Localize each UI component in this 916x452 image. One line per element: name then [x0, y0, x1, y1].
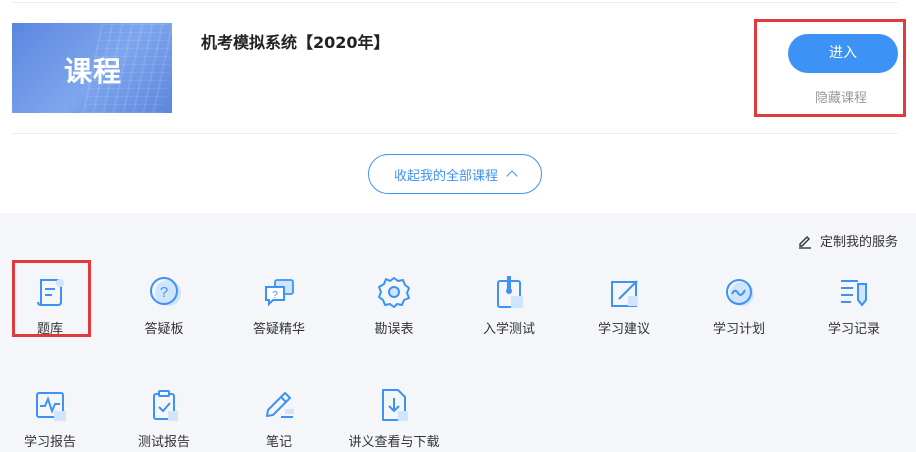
svg-text:?: ?	[160, 284, 168, 301]
course-thumbnail[interactable]: 课程	[12, 23, 172, 113]
svg-text:?: ?	[272, 290, 278, 301]
gear-icon	[378, 277, 410, 308]
chevron-up-icon	[506, 170, 518, 182]
edit-box-icon	[611, 280, 638, 307]
card-divider	[12, 133, 898, 134]
pulse-chart-icon	[36, 392, 66, 421]
service-label: 答疑板	[144, 322, 184, 337]
service-test-report[interactable]: 测试报告	[114, 385, 214, 450]
service-label: 学习计划	[712, 322, 765, 337]
collapse-courses-button[interactable]: 收起我的全部课程	[368, 154, 542, 194]
service-label: 学习报告	[23, 435, 76, 450]
customize-label: 定制我的服务	[819, 235, 898, 250]
service-label: 讲义查看与下载	[348, 435, 440, 450]
service-entrance-test[interactable]: 入学测试	[459, 272, 559, 337]
service-label: 学习记录	[827, 322, 880, 337]
list-pen-icon	[841, 280, 867, 307]
question-mark-icon: ?	[150, 277, 181, 306]
service-handout-download[interactable]: 讲义查看与下载	[344, 385, 444, 450]
service-question-bank[interactable]: 题库	[0, 272, 100, 337]
download-doc-icon	[382, 389, 408, 421]
service-study-record[interactable]: 学习记录	[804, 272, 904, 337]
service-label: 测试报告	[137, 435, 190, 450]
service-qa-board[interactable]: ? 答疑板	[114, 272, 214, 337]
edit-icon	[798, 235, 811, 249]
enter-button[interactable]: 进入	[788, 34, 898, 73]
service-label: 答疑精华	[252, 322, 305, 337]
course-title[interactable]: 机考模拟系统【2020年】	[201, 29, 390, 53]
hide-course-link[interactable]: 隐藏课程	[815, 87, 867, 106]
service-label: 勘误表	[374, 322, 414, 337]
service-errata[interactable]: 勘误表	[344, 272, 444, 337]
service-label: 入学测试	[482, 322, 535, 337]
chat-bubbles-icon: ?	[265, 279, 294, 307]
service-study-plan[interactable]: 学习计划	[689, 272, 789, 337]
clipboard-pin-icon	[497, 276, 523, 308]
service-study-advice[interactable]: 学习建议	[574, 272, 674, 337]
pencil-icon	[266, 392, 294, 418]
clipboard-check-icon	[153, 390, 178, 421]
service-notes[interactable]: 笔记	[229, 385, 329, 450]
thumbnail-text: 课程	[64, 55, 123, 88]
service-label: 题库	[36, 322, 63, 337]
course-card: 课程 机考模拟系统【2020年】 进入 隐藏课程	[0, 0, 916, 134]
services-panel: 定制我的服务 题库 ? 答疑板 ? 答疑精华 勘误表 入学测试 学习建议 学习计…	[0, 213, 916, 452]
customize-services-link[interactable]: 定制我的服务	[797, 231, 898, 250]
service-qa-highlights[interactable]: ? 答疑精华	[229, 272, 329, 337]
question-bank-icon	[37, 279, 64, 306]
collapse-label: 收起我的全部课程	[393, 168, 498, 184]
service-label: 笔记	[265, 435, 292, 450]
wave-circle-icon	[726, 279, 754, 306]
service-label: 学习建议	[597, 322, 650, 337]
service-study-report[interactable]: 学习报告	[0, 385, 100, 450]
